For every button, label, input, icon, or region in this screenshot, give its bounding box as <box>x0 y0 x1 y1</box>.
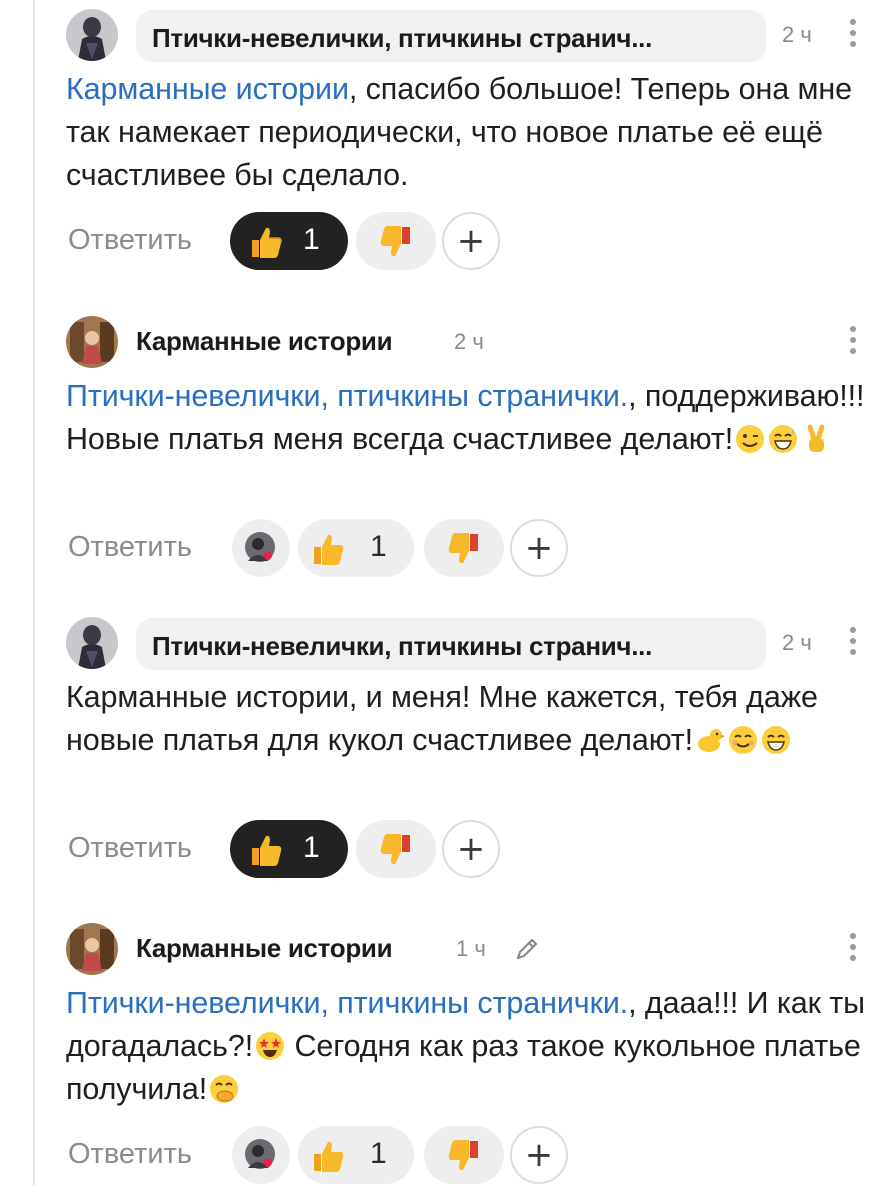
wink-face-icon <box>734 423 766 455</box>
comment: Карманные истории 1 ч Птички-невелички, … <box>66 920 871 1184</box>
dislike-button[interactable] <box>356 820 436 878</box>
more-options-icon[interactable] <box>848 323 858 359</box>
thumbs-down-icon <box>448 533 478 564</box>
comment-text: Птички-невелички, птичкины странички., д… <box>66 986 865 1106</box>
comment-actions: Ответить 1 + <box>66 212 871 270</box>
comment-header: Птички-невелички, птичкины странич... 2 … <box>66 6 871 62</box>
like-button[interactable]: 1 <box>230 820 348 878</box>
comment-actions: Ответить 1 + <box>66 519 871 577</box>
hand-over-mouth-face-icon <box>208 1073 240 1105</box>
comment: Птички-невелички, птичкины странич... 2 … <box>66 614 871 878</box>
comment-text: Карманные истории, и меня! Мне кажется, … <box>66 680 818 757</box>
thread-line <box>33 0 35 1185</box>
avatar[interactable] <box>66 316 118 368</box>
thumbs-up-icon <box>252 835 282 866</box>
dislike-button[interactable] <box>424 519 504 577</box>
author-name[interactable]: Птички-невелички, птичкины странич... <box>152 631 652 662</box>
reply-button[interactable]: Ответить <box>68 832 192 865</box>
comment-header: Карманные истории 2 ч <box>66 313 871 369</box>
author-name-pill[interactable]: Птички-невелички, птичкины странич... <box>136 618 766 670</box>
like-count: 1 <box>303 223 320 256</box>
timestamp: 2 ч <box>454 329 484 354</box>
like-count: 1 <box>370 530 387 563</box>
mention-link[interactable]: Птички-невелички, птичкины странички. <box>66 379 628 413</box>
thumbs-up-icon <box>252 227 282 258</box>
author-name[interactable]: Птички-невелички, птичкины странич... <box>152 23 652 54</box>
avatar[interactable] <box>66 617 118 669</box>
author-name[interactable]: Карманные истории <box>136 933 393 964</box>
comment-header: Карманные истории 1 ч <box>66 920 871 976</box>
like-button[interactable]: 1 <box>298 1126 414 1184</box>
chick-icon <box>694 724 726 756</box>
more-options-icon[interactable] <box>848 16 858 52</box>
timestamp: 2 ч <box>782 630 812 655</box>
like-button[interactable]: 1 <box>230 212 348 270</box>
add-reaction-button[interactable]: + <box>510 1126 568 1184</box>
smiling-face-icon <box>727 724 759 756</box>
add-reaction-button[interactable]: + <box>510 519 568 577</box>
reactor-avatar[interactable] <box>232 519 290 577</box>
thumbs-up-icon <box>314 534 344 565</box>
add-reaction-button[interactable]: + <box>442 820 500 878</box>
like-button[interactable]: 1 <box>298 519 414 577</box>
reply-button[interactable]: Ответить <box>68 224 192 257</box>
author-name[interactable]: Карманные истории <box>136 326 393 357</box>
like-count: 1 <box>370 1137 387 1170</box>
dislike-button[interactable] <box>424 1126 504 1184</box>
thumbs-down-icon <box>448 1140 478 1171</box>
comment-header: Птички-невелички, птичкины странич... 2 … <box>66 614 871 670</box>
mention-link[interactable]: Птички-невелички, птичкины странички. <box>66 986 628 1020</box>
thumbs-up-icon <box>314 1141 344 1172</box>
comment-actions: Ответить 1 + <box>66 820 871 878</box>
avatar[interactable] <box>66 923 118 975</box>
grinning-face-icon <box>760 724 792 756</box>
comment-text: Карманные истории, спасибо большое! Тепе… <box>66 72 852 192</box>
star-struck-face-icon <box>254 1030 286 1062</box>
comment: Карманные истории 2 ч Птички-невелички, … <box>66 313 871 577</box>
like-count: 1 <box>303 831 320 864</box>
timestamp: 1 ч <box>456 936 486 961</box>
mention-link[interactable]: Карманные истории <box>66 72 349 106</box>
reactor-avatar[interactable] <box>232 1126 290 1184</box>
more-options-icon[interactable] <box>848 624 858 660</box>
victory-hand-icon <box>800 423 832 455</box>
timestamp: 2 ч <box>782 22 812 47</box>
reply-button[interactable]: Ответить <box>68 1138 192 1171</box>
comment-actions: Ответить 1 + <box>66 1126 871 1184</box>
thumbs-down-icon <box>380 834 410 865</box>
more-options-icon[interactable] <box>848 930 858 966</box>
avatar[interactable] <box>66 9 118 61</box>
pencil-icon <box>516 938 538 960</box>
reply-button[interactable]: Ответить <box>68 531 192 564</box>
dislike-button[interactable] <box>356 212 436 270</box>
grin-sweat-face-icon <box>767 423 799 455</box>
add-reaction-button[interactable]: + <box>442 212 500 270</box>
author-name-pill[interactable]: Птички-невелички, птичкины странич... <box>136 10 766 62</box>
thumbs-down-icon <box>380 226 410 257</box>
comment-text: Птички-невелички, птичкины странички., п… <box>66 379 865 456</box>
comment: Птички-невелички, птичкины странич... 2 … <box>66 6 871 270</box>
